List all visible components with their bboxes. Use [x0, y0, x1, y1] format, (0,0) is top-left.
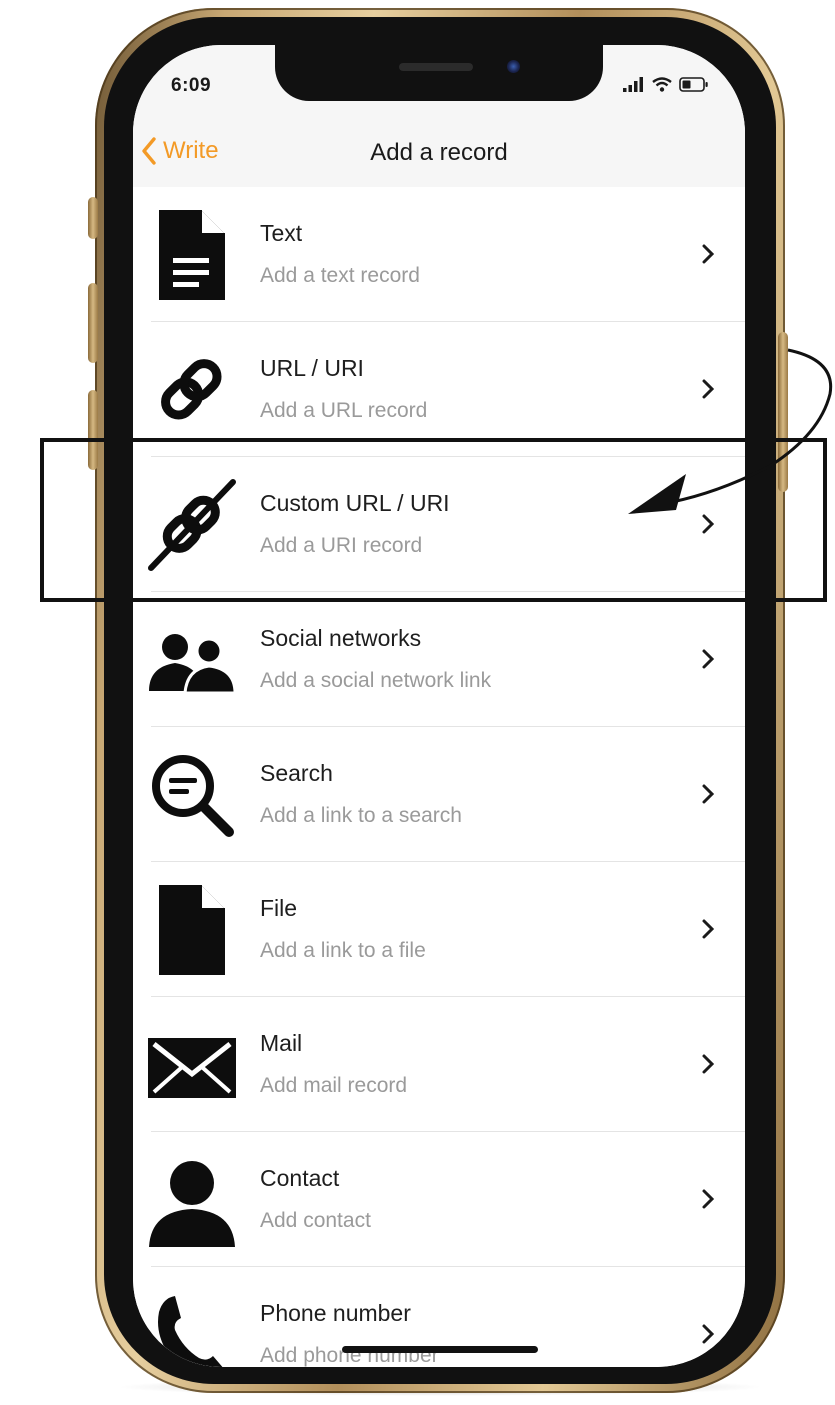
notch — [275, 45, 603, 101]
chevron-right-icon — [702, 919, 715, 939]
status-icons — [623, 77, 709, 92]
mail-icon — [148, 1038, 236, 1098]
contact-icon — [149, 1161, 235, 1247]
phone-icon — [158, 1296, 223, 1367]
battery-icon — [679, 77, 708, 92]
record-row-mail[interactable]: Mail Add mail record — [133, 997, 745, 1132]
volume-up-button — [88, 283, 98, 363]
record-title: Contact — [260, 1165, 340, 1191]
search-icon — [152, 755, 234, 837]
chevron-right-icon — [702, 784, 715, 804]
file-icon — [159, 885, 225, 975]
mute-switch — [88, 197, 98, 239]
chevron-right-icon — [702, 1054, 715, 1074]
record-title: Text — [260, 220, 303, 246]
page-title: Add a record — [370, 139, 508, 166]
phone-screen: 6:09 Write Add a record Text Add a text … — [133, 45, 745, 1367]
record-title: Social networks — [260, 625, 422, 651]
wifi-icon — [652, 77, 672, 92]
annotation-arrow — [628, 348, 833, 514]
speaker-grille — [399, 63, 473, 71]
record-subtitle: Add mail record — [260, 1074, 408, 1097]
chevron-right-icon — [702, 1189, 715, 1209]
status-time: 6:09 — [171, 75, 212, 96]
link-icon — [161, 359, 222, 420]
record-subtitle: Add a link to a file — [260, 939, 426, 962]
record-subtitle: Add a URL record — [260, 399, 428, 422]
record-title: Phone number — [260, 1300, 411, 1326]
chevron-right-icon — [702, 1324, 715, 1344]
record-row-contact[interactable]: Contact Add contact — [133, 1132, 745, 1267]
record-title: Search — [260, 760, 333, 786]
record-subtitle: Add contact — [260, 1209, 371, 1232]
record-subtitle: Add a link to a search — [260, 804, 462, 827]
home-indicator — [342, 1346, 538, 1353]
text-document-icon — [159, 210, 225, 300]
front-camera — [507, 60, 520, 73]
stage: 6:09 Write Add a record Text Add a text … — [0, 0, 835, 1405]
chevron-right-icon — [702, 649, 715, 669]
record-row-text[interactable]: Text Add a text record — [133, 187, 745, 322]
cellular-signal-icon — [623, 77, 643, 92]
navigation-bar: Write Add a record — [133, 117, 745, 188]
chevron-right-icon — [702, 244, 715, 264]
record-title: File — [260, 895, 298, 921]
people-icon — [149, 634, 237, 695]
record-title: Mail — [260, 1030, 303, 1056]
record-row-search[interactable]: Search Add a link to a search — [133, 727, 745, 862]
record-subtitle: Add a social network link — [260, 669, 492, 692]
record-subtitle: Add a text record — [260, 264, 420, 287]
record-row-file[interactable]: File Add a link to a file — [133, 862, 745, 997]
record-title: URL / URI — [260, 355, 364, 381]
record-row-social[interactable]: Social networks Add a social network lin… — [133, 592, 745, 727]
